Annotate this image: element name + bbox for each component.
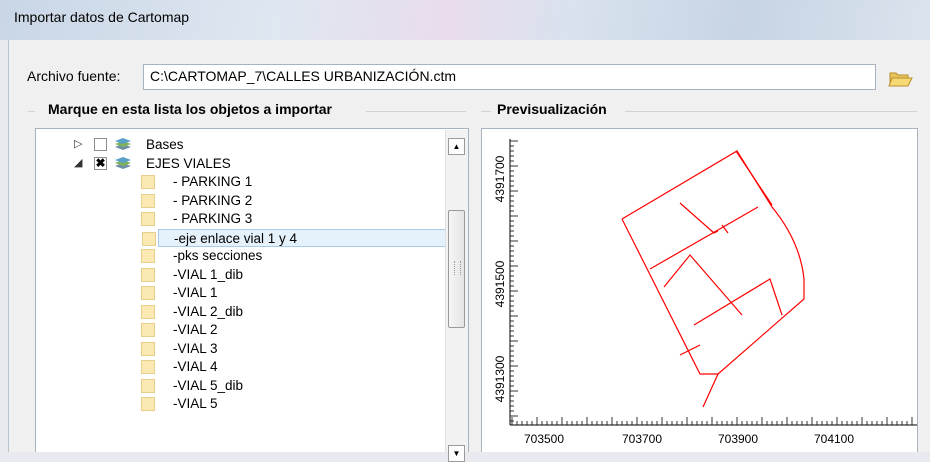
x-axis-tick-label: 703900 <box>718 432 758 446</box>
expand-arrow-icon[interactable]: ▷ <box>74 137 82 150</box>
group-line-preview <box>625 111 917 112</box>
tree-item[interactable]: ✖-VIAL 3 <box>36 340 446 358</box>
cross-axis-2 <box>649 206 759 270</box>
tree-item[interactable]: ✖-VIAL 5_dib <box>36 377 446 395</box>
folder-icon <box>141 267 155 282</box>
source-file-input[interactable]: C:\CARTOMAP_7\CALLES URBANIZACIÓN.ctm <box>143 64 876 90</box>
left-polyline <box>621 218 718 375</box>
preview-map: 4391700 4391500 4391300 703500 703700 703900… <box>493 139 917 446</box>
folder-icon <box>141 360 155 374</box>
tree-item[interactable]: ✖-VIAL 1_dib <box>36 266 446 284</box>
cross-axis-4 <box>693 278 783 326</box>
tree-item[interactable]: ✖-VIAL 4 <box>36 358 446 376</box>
folder-icon <box>141 249 155 263</box>
tree-item[interactable]: ✖- PARKING 1 <box>36 173 446 191</box>
tree-item-label: EJES VIALES <box>146 155 231 171</box>
tree-item-label: -VIAL 1 <box>173 285 218 300</box>
tree-item-label: - PARKING 1 <box>173 174 253 189</box>
window-title: Importar datos de Cartomap <box>14 9 190 25</box>
x-axis-tick-label: 703700 <box>622 432 662 446</box>
scroll-grip-icon <box>454 261 461 275</box>
street-axes-drawing <box>621 150 805 408</box>
collapse-arrow-icon[interactable]: ◢ <box>74 156 82 169</box>
tree-item[interactable]: ✖- PARKING 2 <box>36 192 446 210</box>
folder-icon <box>141 323 155 337</box>
folder-icon <box>141 193 155 208</box>
layers-icon <box>114 156 132 171</box>
tree-item-label: -VIAL 3 <box>173 340 218 356</box>
cross-axis-3 <box>663 254 743 316</box>
folder-icon <box>141 304 155 319</box>
scroll-thumb[interactable] <box>448 210 465 328</box>
open-folder-icon <box>888 72 913 87</box>
tree-item-label: -VIAL 5_dib <box>173 377 244 393</box>
browse-folder-button[interactable] <box>884 64 918 92</box>
tree-item[interactable]: ✖-VIAL 2 <box>36 321 446 339</box>
tree-item[interactable]: ✖-VIAL 5 <box>36 395 446 413</box>
preview-group-title: Previsualización <box>494 101 610 117</box>
scroll-up-button[interactable]: ▲ <box>448 138 465 155</box>
folder-icon <box>141 175 155 189</box>
outer-polyline <box>621 150 805 408</box>
tree-item-label: -VIAL 4 <box>173 359 218 374</box>
tree-item[interactable]: ◢ ✖ EJES VIALES <box>36 155 446 173</box>
folder-icon <box>141 341 155 356</box>
y-axis-tick-label: 4391500 <box>493 260 507 307</box>
tree-item[interactable]: ✖-pks secciones <box>36 247 446 265</box>
tree-item[interactable]: ✖- PARKING 3 <box>36 210 446 228</box>
folder-icon <box>142 231 156 246</box>
group-line-objects <box>366 111 466 112</box>
y-axis-tick-label: 4391300 <box>493 355 507 402</box>
tree-item[interactable]: ✖-VIAL 1 <box>36 284 446 302</box>
folder-icon <box>141 212 155 226</box>
tree-item-label: -pks secciones <box>173 248 263 263</box>
x-axis-tick-label: 704100 <box>814 432 854 446</box>
tree-item[interactable]: ✖-eje enlace vial 1 y 4 <box>142 228 446 247</box>
objects-group-title: Marque en esta lista los objetos a impor… <box>45 101 335 117</box>
tree-item-label: -VIAL 1_dib <box>173 266 244 282</box>
tree-item[interactable]: ▷ Bases <box>36 136 446 154</box>
x-axis-tick-label: 703500 <box>524 432 564 446</box>
group-line-left <box>28 111 35 112</box>
layers-icon <box>114 138 132 152</box>
y-axis-tick-label: 4391700 <box>493 155 507 202</box>
preview-canvas: 4391700 4391500 4391300 703500 703700 703900… <box>481 128 918 452</box>
tree-item-label: -eje enlace vial 1 y 4 <box>174 230 298 246</box>
tree-item-label: -VIAL 2_dib <box>173 303 244 319</box>
tree-item-label: - PARKING 3 <box>173 211 253 226</box>
tree-item-label: Bases <box>146 137 184 152</box>
scroll-down-button[interactable]: ▼ <box>448 445 465 462</box>
tree-scrollbar[interactable]: ▲ ▼ <box>445 130 468 462</box>
source-file-label: Archivo fuente: <box>27 68 121 84</box>
folder-icon <box>141 286 155 300</box>
tree-item[interactable]: ✖-VIAL 2_dib <box>36 303 446 321</box>
arc-start <box>735 150 773 206</box>
tree-item-label: -VIAL 2 <box>173 322 218 337</box>
tree-item-label: - PARKING 2 <box>173 192 253 208</box>
group-line-preview-left <box>481 111 491 112</box>
folder-icon <box>141 378 155 393</box>
item-checkbox[interactable]: ✖ <box>94 156 107 170</box>
item-checkbox[interactable] <box>94 138 107 151</box>
folder-icon <box>141 397 155 411</box>
cross-axis-1 <box>679 202 719 234</box>
objects-tree[interactable]: ▷Bases◢✖EJES VIALES✖- PARKING 1✖- PARKIN… <box>35 128 469 452</box>
title-bar: Importar datos de Cartomap <box>0 0 930 40</box>
tree-item-label: -VIAL 5 <box>173 396 218 411</box>
